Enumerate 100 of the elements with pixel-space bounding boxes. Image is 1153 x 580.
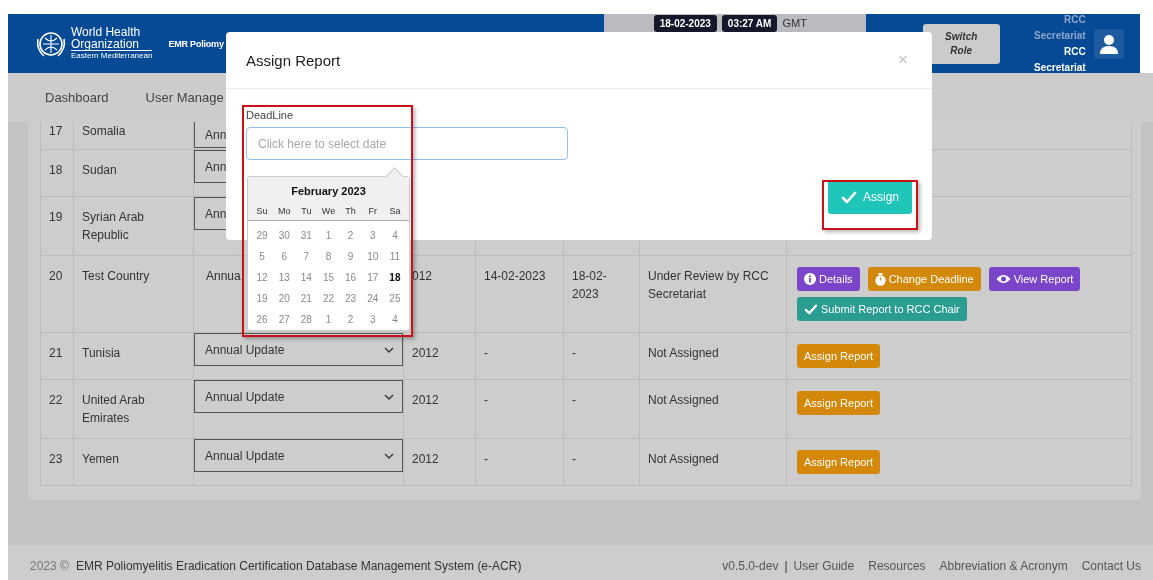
- app-title: EMR Poliomy: [168, 38, 224, 49]
- weekday-label: Fr: [367, 205, 378, 216]
- calendar-day[interactable]: 12: [253, 269, 272, 286]
- system-name: EMR Poliomyelitis Eradication Certification Database Management System (e-ACR): [75, 558, 522, 573]
- weekday-label: Sa: [388, 205, 402, 216]
- calendar-day[interactable]: 2: [341, 311, 360, 328]
- stopwatch-icon: [874, 272, 886, 286]
- calendar-day[interactable]: 4: [385, 227, 404, 244]
- table-cell: 18-02-2023: [564, 256, 640, 332]
- footer-link[interactable]: User Guide: [793, 558, 855, 573]
- action-button[interactable]: Assign Report: [797, 450, 881, 474]
- type-select[interactable]: Annual Update: [194, 380, 403, 413]
- nav-link[interactable]: Dashboard: [45, 90, 109, 105]
- calendar-day[interactable]: 7: [297, 248, 316, 265]
- calendar-day[interactable]: 13: [275, 269, 294, 286]
- org-region: Eastern Mediterranean: [71, 50, 153, 61]
- type-select[interactable]: Annual Update: [194, 439, 403, 472]
- copyright-text: 2023 ©: [30, 558, 69, 573]
- calendar-day[interactable]: 28: [297, 311, 316, 328]
- type-select[interactable]: Annual Update: [194, 333, 403, 366]
- table-cell: Under Review by RCC Secretariat: [640, 256, 787, 332]
- calendar-day[interactable]: 24: [363, 290, 382, 307]
- nav-link[interactable]: User Manage: [145, 90, 224, 105]
- table-cell: -: [476, 380, 564, 438]
- table-cell: Syrian Arab Republic: [74, 197, 194, 255]
- table-cell: -: [564, 380, 640, 438]
- weekday-label: Tu: [300, 205, 313, 216]
- calendar-day[interactable]: 15: [319, 269, 338, 286]
- calendar-day[interactable]: 4: [385, 311, 404, 328]
- user-icon: [1099, 33, 1118, 54]
- time-badge: 03:27 AM: [721, 14, 778, 32]
- select-value: Ann: [205, 126, 227, 144]
- calendar-day[interactable]: 17: [363, 269, 382, 286]
- close-button[interactable]: ×: [894, 50, 912, 70]
- table-cell: Test Country: [74, 256, 194, 332]
- calendar-day[interactable]: 20: [275, 290, 294, 307]
- calendar-day[interactable]: 29: [253, 227, 272, 244]
- calendar-day[interactable]: 22: [319, 290, 338, 307]
- check-icon: [804, 303, 818, 315]
- table-cell: Not Assigned: [640, 380, 787, 438]
- timezone-label: GMT: [782, 17, 807, 29]
- calendar-day[interactable]: 14: [297, 269, 316, 286]
- assign-button[interactable]: Assign: [828, 180, 912, 214]
- table-cell: -: [564, 439, 640, 485]
- action-button[interactable]: Assign Report: [797, 344, 881, 368]
- date-badge: 18-02-2023: [653, 14, 717, 32]
- field-label: DeadLine: [246, 109, 295, 121]
- calendar-day[interactable]: 19: [253, 290, 272, 307]
- calendar-day[interactable]: 25: [385, 290, 404, 307]
- version-text: v0.5.0-dev: [722, 558, 779, 573]
- date-field[interactable]: Click here to select date: [246, 127, 568, 160]
- calendar-day[interactable]: 1: [319, 227, 338, 244]
- calendar-day[interactable]: 16: [341, 269, 360, 286]
- table-cell: Annua: [206, 269, 241, 283]
- calendar-day[interactable]: 27: [275, 311, 294, 328]
- table-cell: Not Assigned: [640, 439, 787, 485]
- select-value: Annual Update: [205, 388, 285, 406]
- table-cell: 14-02-2023: [476, 256, 564, 332]
- table-cell: Yemen: [74, 439, 194, 485]
- table-cell: United Arab Emirates: [74, 380, 194, 438]
- action-button[interactable]: Change Deadline: [867, 267, 981, 291]
- calendar-day[interactable]: 23: [341, 290, 360, 307]
- action-button[interactable]: Details: [797, 267, 860, 291]
- footer-link[interactable]: Abbreviation & Acronym: [939, 558, 1068, 573]
- calendar-day[interactable]: 26: [253, 311, 272, 328]
- table-cell: -: [476, 439, 564, 485]
- user-button[interactable]: [1093, 28, 1124, 59]
- calendar-day[interactable]: 11: [385, 248, 404, 265]
- table-cell: Tunisia: [74, 333, 194, 379]
- footer-link[interactable]: Resources: [868, 558, 926, 573]
- table-cell: 17: [41, 122, 74, 149]
- calendar-day[interactable]: 3: [363, 227, 382, 244]
- action-button[interactable]: Submit Report to RCC Chair: [797, 297, 967, 321]
- select-value: Ann: [205, 158, 227, 176]
- weekday-label: Th: [344, 205, 357, 216]
- table-cell: -: [476, 333, 564, 379]
- table-cell: -: [564, 333, 640, 379]
- user-role: RCC Secretariat: [1033, 12, 1086, 43]
- calendar-day[interactable]: 30: [275, 227, 294, 244]
- calendar-day[interactable]: 31: [297, 227, 316, 244]
- calendar-day[interactable]: 3: [363, 311, 382, 328]
- calendar-day[interactable]: 21: [297, 290, 316, 307]
- info-icon: [804, 273, 816, 285]
- calendar-day[interactable]: 8: [319, 248, 338, 265]
- calendar-day[interactable]: 5: [253, 248, 272, 265]
- table-cell: 2012: [404, 439, 476, 485]
- calendar-day[interactable]: 6: [275, 248, 294, 265]
- chevron-icon: [384, 393, 394, 400]
- table-cell: Somalia: [74, 122, 194, 149]
- calendar-day[interactable]: 9: [341, 248, 360, 265]
- calendar-day[interactable]: 2: [341, 227, 360, 244]
- calendar-day[interactable]: 1: [319, 311, 338, 328]
- calendar-day[interactable]: 18: [385, 269, 404, 286]
- footer-link[interactable]: Contact Us: [1081, 558, 1141, 573]
- switch-role-button[interactable]: Switch Role: [922, 23, 1000, 64]
- action-button[interactable]: Assign Report: [797, 391, 881, 415]
- table-cell: 19: [41, 197, 74, 255]
- action-button[interactable]: View Report: [988, 267, 1081, 291]
- table-cell: 20: [41, 256, 74, 332]
- calendar-day[interactable]: 10: [363, 248, 382, 265]
